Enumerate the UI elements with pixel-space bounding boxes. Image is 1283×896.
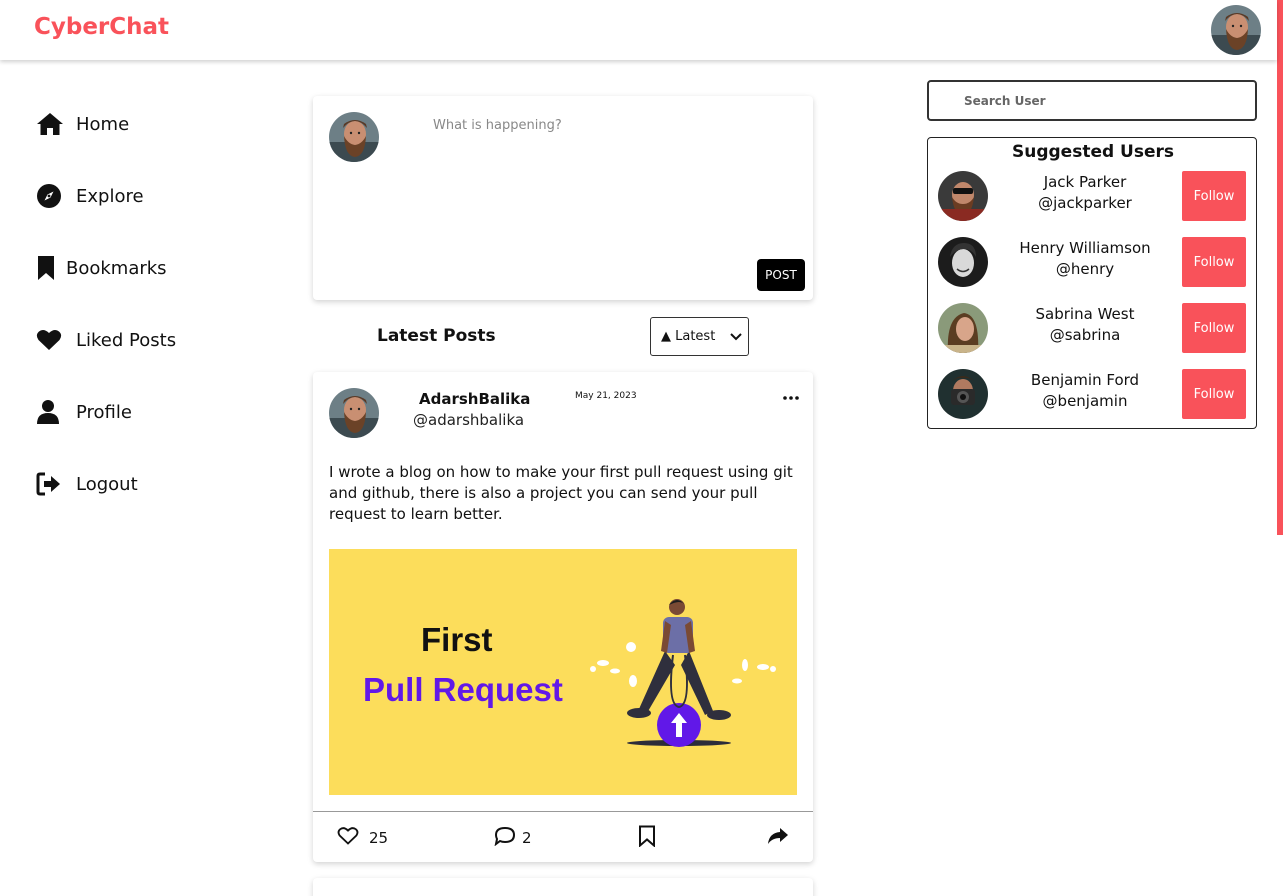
sidebar-item-liked-posts[interactable]: Liked Posts — [36, 316, 256, 364]
suggested-user: Jack Parker @jackparker Follow — [928, 171, 1258, 221]
suggested-users-title: Suggested Users — [1011, 142, 1175, 162]
suggested-user-name[interactable]: Henry Williamson — [1000, 239, 1170, 257]
post-actions: 25 2 — [313, 822, 813, 854]
scrollbar-track[interactable] — [1277, 0, 1283, 896]
heart-outline-icon — [337, 826, 359, 850]
suggested-user-name[interactable]: Benjamin Ford — [1000, 371, 1170, 389]
search-user-field[interactable] — [927, 80, 1257, 121]
suggested-user-handle: @jackparker — [1038, 194, 1132, 212]
user-icon — [36, 398, 66, 426]
logout-icon — [36, 470, 66, 498]
post-author-handle: @adarshbalika — [413, 411, 525, 429]
share-icon — [767, 826, 789, 850]
post-image[interactable]: First Pull Request — [329, 549, 797, 795]
post-image-subtitle: Pull Request — [363, 671, 563, 708]
sort-select[interactable]: ▲ Latest — [650, 317, 749, 356]
comment-button[interactable]: 2 — [494, 822, 532, 854]
feed-title: Latest Posts — [377, 326, 496, 346]
post-body: I wrote a blog on how to make your first… — [329, 463, 793, 523]
sidebar-item-label: Explore — [76, 185, 144, 207]
bookmark-icon — [36, 254, 66, 282]
composer-avatar — [329, 112, 379, 162]
suggested-user-handle: @sabrina — [1049, 326, 1121, 344]
post-author-name[interactable]: AdarshBalika — [419, 390, 530, 408]
post-card: AdarshBalika @adarshbalika May 21, 2023 … — [313, 372, 813, 862]
sidebar-nav: Home Explore Bookmarks Liked Posts Profi… — [36, 100, 256, 532]
illustration-person-icon — [590, 599, 776, 747]
post-divider — [313, 811, 813, 812]
like-count: 25 — [369, 829, 389, 847]
suggested-user: Henry Williamson @henry Follow — [928, 237, 1258, 287]
bookmark-post-button[interactable] — [638, 822, 656, 854]
heart-icon — [36, 326, 66, 354]
avatar[interactable] — [938, 369, 988, 419]
sidebar-item-profile[interactable]: Profile — [36, 388, 256, 436]
header-avatar[interactable] — [1211, 5, 1261, 55]
compass-icon — [36, 182, 66, 210]
post-composer: POST — [313, 96, 813, 300]
suggested-user-handle: @benjamin — [1042, 392, 1128, 410]
post-card-next — [313, 878, 813, 896]
suggested-users-panel: Suggested Users Jack Parker @jackparker … — [927, 137, 1257, 429]
composer-input[interactable] — [433, 118, 793, 248]
app-logo[interactable]: CyberChat — [34, 14, 169, 40]
follow-button[interactable]: Follow — [1182, 369, 1246, 419]
sidebar-item-label: Profile — [76, 401, 132, 423]
follow-button[interactable]: Follow — [1182, 237, 1246, 287]
suggested-user: Sabrina West @sabrina Follow — [928, 303, 1258, 353]
post-author-avatar[interactable] — [329, 388, 379, 438]
post-button[interactable]: POST — [757, 259, 805, 291]
comment-icon — [494, 826, 516, 850]
follow-button[interactable]: Follow — [1182, 303, 1246, 353]
sidebar-item-logout[interactable]: Logout — [36, 460, 256, 508]
suggested-user-name[interactable]: Sabrina West — [1000, 305, 1170, 323]
top-header: CyberChat — [0, 0, 1277, 60]
sidebar-item-home[interactable]: Home — [36, 100, 256, 148]
follow-button[interactable]: Follow — [1182, 171, 1246, 221]
post-image-title: First — [421, 621, 493, 658]
avatar[interactable] — [938, 237, 988, 287]
search-input[interactable] — [929, 82, 1255, 119]
bookmark-outline-icon — [638, 825, 656, 851]
post-date: May 21, 2023 — [575, 391, 637, 401]
share-button[interactable] — [767, 822, 789, 854]
scrollbar-thumb[interactable] — [1277, 0, 1283, 535]
avatar[interactable] — [938, 171, 988, 221]
home-icon — [36, 110, 66, 138]
sidebar-item-label: Bookmarks — [66, 257, 167, 279]
sidebar-item-label: Logout — [76, 473, 138, 495]
sidebar-item-label: Home — [76, 113, 130, 135]
sort-selected-value: ▲ Latest — [661, 329, 716, 344]
suggested-user: Benjamin Ford @benjamin Follow — [928, 369, 1258, 419]
suggested-user-name[interactable]: Jack Parker — [1000, 173, 1170, 191]
avatar[interactable] — [938, 303, 988, 353]
comment-count: 2 — [522, 829, 532, 847]
sidebar-item-explore[interactable]: Explore — [36, 172, 256, 220]
sidebar-item-bookmarks[interactable]: Bookmarks — [36, 244, 256, 292]
chevron-down-icon — [730, 331, 742, 346]
more-options-icon[interactable] — [781, 388, 801, 408]
like-button[interactable]: 25 — [337, 822, 388, 854]
sidebar-item-label: Liked Posts — [76, 329, 177, 351]
suggested-user-handle: @henry — [1055, 260, 1115, 278]
